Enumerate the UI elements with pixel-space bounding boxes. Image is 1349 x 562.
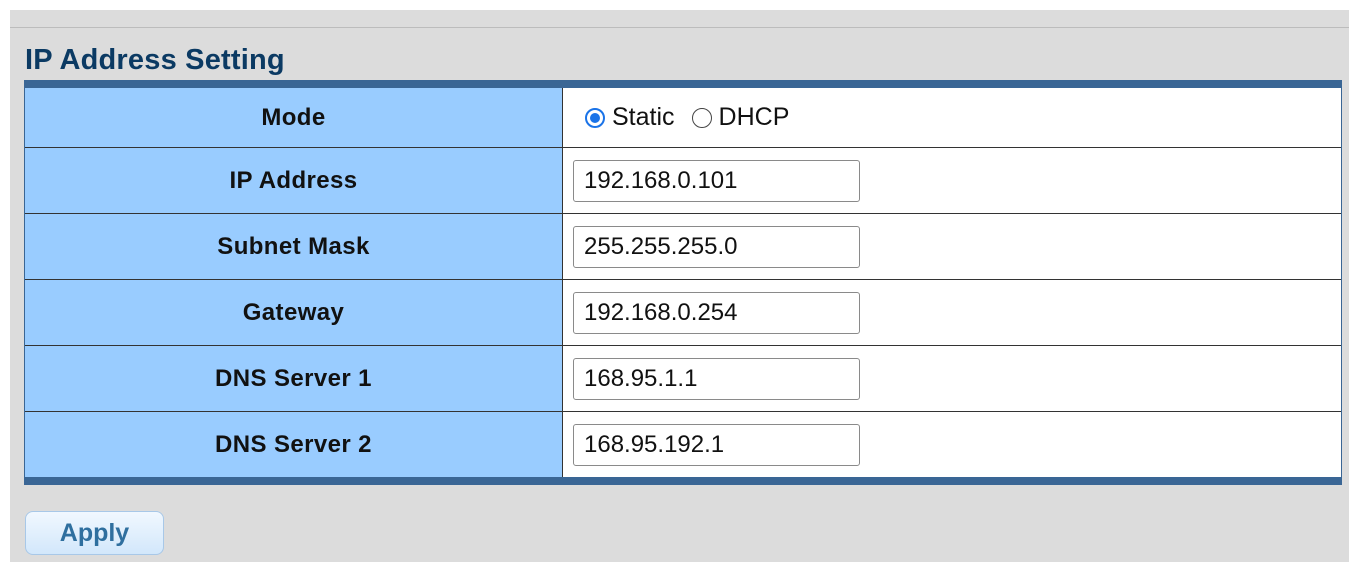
dns-server-1-label: DNS Server 1 [25, 346, 563, 411]
ip-address-label: IP Address [25, 148, 563, 213]
mode-radio-group: Static DHCP [573, 103, 806, 132]
ip-address-row: IP Address [25, 147, 1341, 213]
ip-address-input[interactable] [573, 159, 860, 202]
ip-settings-table: Mode Static DHCP IP Address Subnet Mask [24, 80, 1342, 485]
mode-value-cell: Static DHCP [563, 88, 1341, 147]
dhcp-radio[interactable] [691, 107, 712, 128]
dns-server-2-label: DNS Server 2 [25, 412, 563, 477]
subnet-mask-row: Subnet Mask [25, 213, 1341, 279]
dhcp-radio-label[interactable]: DHCP [719, 103, 790, 132]
gateway-input[interactable] [573, 291, 860, 334]
subnet-mask-input[interactable] [573, 225, 860, 268]
static-radio-label[interactable]: Static [612, 103, 675, 132]
settings-page: IP Address Setting Mode Static DHCP IP A… [10, 10, 1349, 562]
dns-server-2-row: DNS Server 2 [25, 411, 1341, 477]
dns-server-1-input[interactable] [573, 357, 860, 400]
dns-server-2-cell [563, 412, 1341, 477]
static-radio[interactable] [585, 107, 605, 128]
section-title: IP Address Setting [25, 44, 285, 76]
mode-row: Mode Static DHCP [25, 88, 1341, 147]
dns-server-2-input[interactable] [573, 423, 860, 466]
gateway-cell [563, 280, 1341, 345]
subnet-mask-label: Subnet Mask [25, 214, 563, 279]
ip-address-cell [563, 148, 1341, 213]
apply-button[interactable]: Apply [25, 511, 164, 555]
subnet-mask-cell [563, 214, 1341, 279]
top-divider [10, 27, 1349, 28]
gateway-label: Gateway [25, 280, 563, 345]
dns-server-1-row: DNS Server 1 [25, 345, 1341, 411]
dns-server-1-cell [563, 346, 1341, 411]
mode-label: Mode [25, 88, 563, 147]
gateway-row: Gateway [25, 279, 1341, 345]
